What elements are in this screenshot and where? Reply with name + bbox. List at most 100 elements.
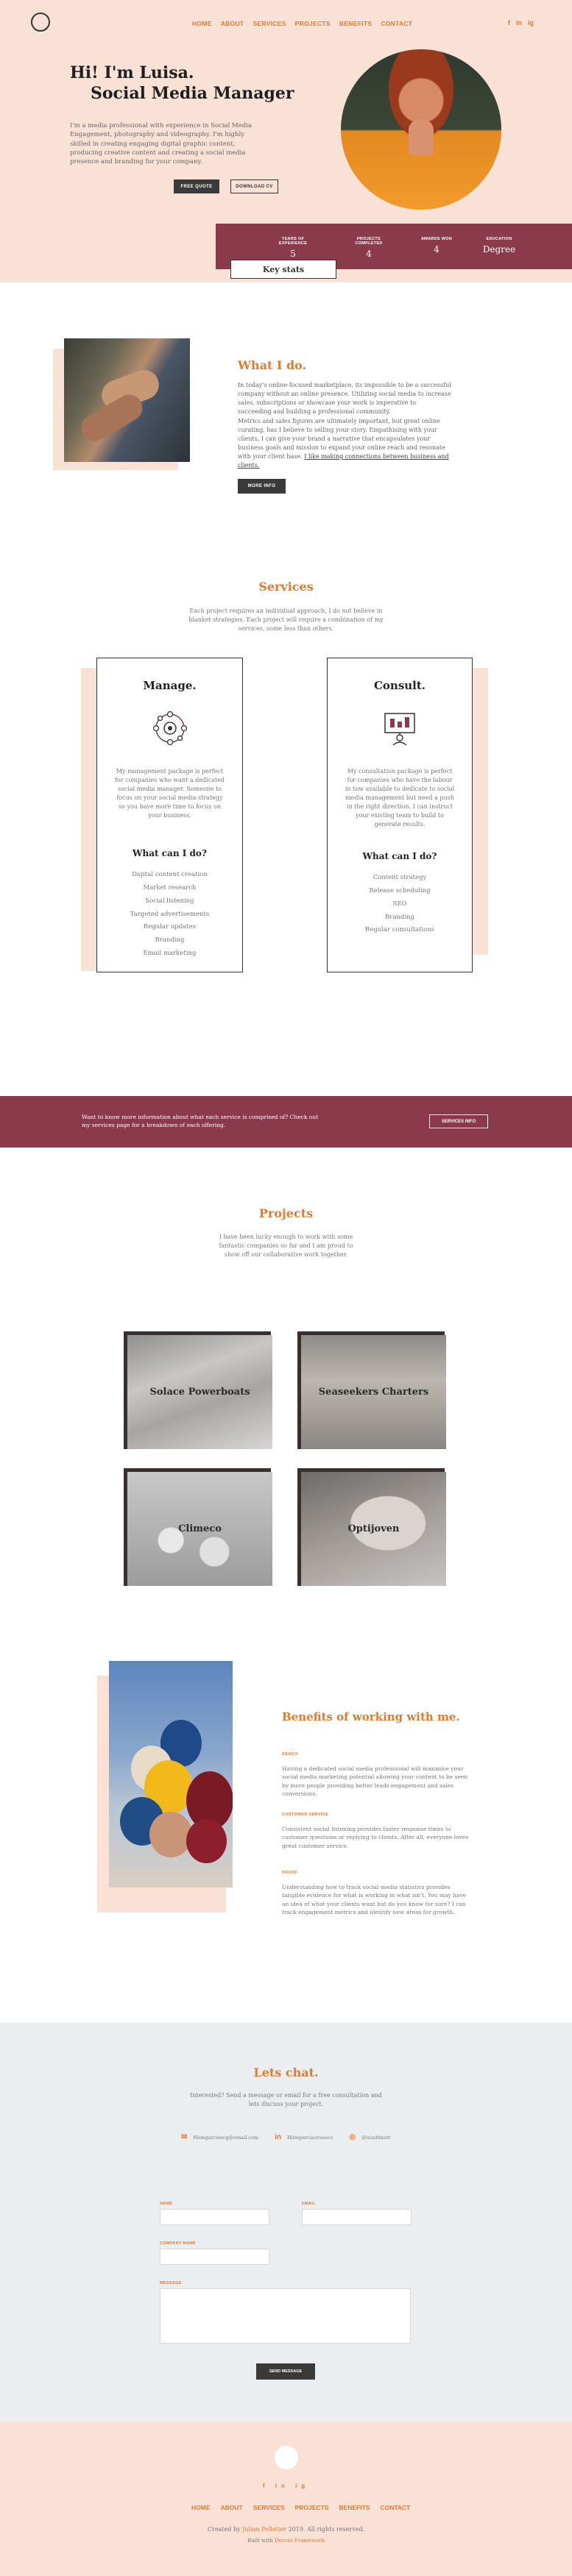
message-textarea[interactable] xyxy=(160,2288,411,2344)
services-info-button[interactable]: SERVICES INFO xyxy=(429,1114,488,1128)
email-label: EMAIL xyxy=(302,2202,316,2206)
facebook-icon[interactable]: f xyxy=(263,2483,269,2489)
credit-suffix: 2019. All rights reserved. xyxy=(288,2526,365,2533)
company-label: COMPANY NAME xyxy=(160,2241,196,2246)
project-card-optijoven[interactable]: Optijoven xyxy=(297,1468,448,1586)
credit-prefix: Created by xyxy=(207,2526,241,2533)
project-card-seaseekers[interactable]: Seaseekers Charters xyxy=(297,1331,448,1449)
what-i-do-paragraph-2: Metrics and sales figures are ultimately… xyxy=(238,417,451,470)
network-gear-icon xyxy=(152,711,187,746)
card-description: My consultation package is perfect for c… xyxy=(345,768,455,828)
footer-nav-services[interactable]: SERVICES xyxy=(253,2504,285,2511)
service-card-manage: Manage. My management package is perfect… xyxy=(96,658,243,972)
name-label: NAME xyxy=(160,2202,173,2206)
project-title: Solace Powerboats xyxy=(149,1387,250,1398)
hero-title-line2: Social Media Manager xyxy=(91,83,294,103)
contact-email[interactable]: ✉ Hiimgarciaecg@email.com xyxy=(181,2133,258,2141)
what-i-do-section: What I do. In today's online-focused mar… xyxy=(0,282,572,552)
linkedin-icon[interactable]: in xyxy=(516,19,522,26)
list-item: Digital content creation xyxy=(132,871,208,878)
benefit-heading-reach: REACH xyxy=(282,1752,298,1757)
cta-text: Want to know more information about what… xyxy=(82,1114,319,1129)
benefits-title: Benefits of working with me. xyxy=(282,1710,460,1723)
list-item: Targeted advertisements xyxy=(130,910,210,918)
card-what-title: What can I do? xyxy=(362,851,437,861)
list-item: Email marketing xyxy=(143,950,197,958)
card-title: Manage. xyxy=(143,679,197,692)
hero-title: Hi! I'm Luisa. Social Media Manager xyxy=(70,63,294,104)
free-quote-button[interactable]: FREE QUOTE xyxy=(174,179,219,193)
list-item: Market research xyxy=(143,883,197,892)
stat-awards: AWARDS WON 4 xyxy=(418,237,455,255)
project-image: Solace Powerboats xyxy=(127,1335,272,1449)
instagram-icon[interactable]: ig xyxy=(295,2483,309,2489)
nav-home[interactable]: HOME xyxy=(192,20,212,27)
email-input[interactable] xyxy=(302,2209,412,2225)
benefit-heading-proof: PROOF xyxy=(282,1871,298,1875)
list-item: Regular consultations xyxy=(364,926,435,934)
stat-education: EDUCATION Degree xyxy=(481,237,518,255)
footer-nav-contact[interactable]: CONTACT xyxy=(380,2504,410,2511)
benefit-heading-customer-service: CUSTOMER SERVICE xyxy=(282,1812,329,1817)
footer-nav-benefits[interactable]: BENEFITS xyxy=(339,2504,370,2511)
benefit-text-customer-service: Consistent social listening provides fas… xyxy=(282,1826,469,1849)
project-image: Climeco xyxy=(127,1472,272,1586)
project-card-climeco[interactable]: Climeco xyxy=(124,1468,275,1586)
balloon-shape xyxy=(149,1812,192,1857)
credit-name-link[interactable]: Julian Pelletier xyxy=(242,2526,286,2533)
logo[interactable] xyxy=(31,13,50,32)
nav-services[interactable]: SERVICES xyxy=(253,20,286,27)
contact-section: Lets chat. Interested? Send a message or… xyxy=(0,2023,572,2422)
footer-social-links: f in ig xyxy=(0,2483,572,2489)
benefit-text-proof: Understanding how to track social media … xyxy=(282,1884,467,1915)
more-info-button[interactable]: MORE INFO xyxy=(238,479,286,494)
profile-photo xyxy=(341,49,501,210)
nav-projects[interactable]: PROJECTS xyxy=(295,20,331,27)
project-title: Optijoven xyxy=(347,1523,400,1534)
project-card-solace[interactable]: Solace Powerboats xyxy=(124,1331,275,1449)
send-message-button[interactable]: SEND MESSAGE xyxy=(256,2363,315,2380)
project-image: Seaseekers Charters xyxy=(301,1335,446,1449)
balloon-shape xyxy=(186,1819,227,1863)
built-name-link[interactable]: Dorcas Framework xyxy=(275,2538,325,2544)
list-item: Branding xyxy=(385,913,414,921)
services-title: Services xyxy=(258,580,314,594)
footer-logo[interactable] xyxy=(275,2446,298,2469)
footer-nav-home[interactable]: HOME xyxy=(191,2504,211,2511)
contact-instagram[interactable]: ◎ @iuiuhtnutt xyxy=(349,2133,390,2141)
footer: f in ig HOME ABOUT SERVICES PROJECTS BEN… xyxy=(0,2422,572,2576)
footer-built-with: Built with Dorcas Framework xyxy=(0,2538,572,2544)
instagram-text: @iuiuhtnutt xyxy=(361,2134,391,2141)
contact-details: ✉ Hiimgarciaecg@email.com in Hiimgarciao… xyxy=(181,2133,391,2141)
service-list: Digital content creation Market research… xyxy=(97,869,242,961)
linkedin-icon: in xyxy=(275,2133,281,2141)
instagram-icon[interactable]: ig xyxy=(528,19,534,26)
list-item: Content strategy xyxy=(372,874,427,881)
download-cv-button[interactable]: DOWNLOAD CV xyxy=(230,179,278,193)
handshake-image xyxy=(64,338,190,462)
what-i-do-paragraph-1: In today's online-focused marketplace, i… xyxy=(238,382,451,415)
presentation-board-icon xyxy=(384,713,415,746)
services-cta-band: Want to know more information about what… xyxy=(0,1096,572,1148)
project-image: Optijoven xyxy=(301,1472,446,1586)
company-input[interactable] xyxy=(160,2249,269,2265)
project-title: Climeco xyxy=(178,1523,222,1534)
footer-nav-projects[interactable]: PROJECTS xyxy=(295,2504,329,2511)
hero-description: I'm a media professional with experience… xyxy=(70,122,252,166)
linkedin-icon[interactable]: in xyxy=(275,2483,289,2489)
footer-nav-about[interactable]: ABOUT xyxy=(221,2504,243,2511)
contact-linkedin[interactable]: in Hiimgarciaorsaeco xyxy=(275,2133,333,2141)
facebook-icon[interactable]: f xyxy=(508,19,510,26)
stat-experience: YEARS OF EXPERIENCE 5 xyxy=(267,237,319,259)
list-item: Release scheduling xyxy=(369,886,431,894)
nav-about[interactable]: ABOUT xyxy=(221,20,244,27)
list-item: Social listening xyxy=(145,897,194,905)
nav-benefits[interactable]: BENEFITS xyxy=(339,20,372,27)
name-input[interactable] xyxy=(160,2209,269,2225)
nav-contact[interactable]: CONTACT xyxy=(381,20,412,27)
benefits-section: Benefits of working with me. REACH Havin… xyxy=(0,1618,572,2023)
hero-title-line1: Hi! I'm Luisa. xyxy=(70,63,194,82)
email-text: Hiimgarciaecg@email.com xyxy=(193,2134,259,2141)
key-stats-label: Key stats xyxy=(230,260,336,279)
stat-label: PROJECTS COMPLETED xyxy=(355,237,383,246)
